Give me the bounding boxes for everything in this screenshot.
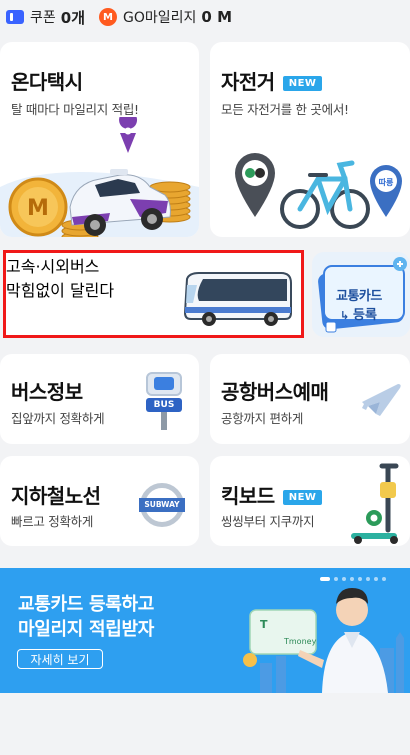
bus-info-title: 버스정보 (11, 380, 83, 404)
bus-info-card[interactable]: 버스정보 집앞까지 정확하게 BUS (0, 354, 199, 444)
tmoney-card-letter: T (260, 618, 268, 631)
tmoney-card-brand: Tmoney (283, 637, 317, 646)
screen: 쿠폰 0개 M GO마일리지 0 M 온다택시 탈 때마다 마일리지 적립! M… (0, 0, 410, 755)
airplane-icon (362, 384, 401, 416)
banner-illustration-icon: T Tmoney (243, 588, 404, 693)
taxi-illustration-icon: M (0, 117, 199, 237)
new-badge: NEW (282, 76, 323, 91)
bike-illustration-icon: 따릉 (235, 153, 402, 229)
airport-bus-subtitle: 공항까지 편하게 (221, 411, 304, 426)
subway-title: 지하철노선 (11, 484, 101, 508)
coupon-summary[interactable]: 쿠폰 0개 (6, 7, 85, 28)
kickboard-title: 킥보드 (221, 484, 275, 508)
mileage-label: GO마일리지 (123, 10, 197, 26)
kickboard-title-row: 킥보드 NEW (221, 480, 323, 509)
express-bus-card[interactable]: 고속·시외버스 막힘없이 달린다 (3, 250, 304, 338)
kickboard-illustration-icon (351, 463, 399, 544)
bus-illustration-icon (183, 272, 292, 326)
coupon-icon (6, 10, 24, 24)
svg-text:따릉: 따릉 (379, 177, 394, 187)
subway-card[interactable]: 지하철노선 빠르고 정확하게 SUBWAY (0, 456, 199, 546)
promo-line1: 교통카드 (336, 289, 382, 304)
promo-line2-row: ↳ 등록 (340, 308, 377, 323)
top-summary-bar: 쿠폰 0개 M GO마일리지 0 M (0, 0, 410, 34)
banner-line2: 마일리지 적립받자 (18, 619, 155, 640)
bike-title-row: 자전거 NEW (221, 66, 323, 95)
banner-detail-button[interactable]: 자세히 보기 (17, 649, 103, 669)
mileage-value: 0 M (201, 8, 232, 26)
bus-sign-label: BUS (146, 398, 182, 412)
mileage-summary[interactable]: M GO마일리지 0 M (99, 7, 232, 27)
coupon-label: 쿠폰 (30, 10, 56, 26)
bus-info-subtitle: 집앞까지 정확하게 (11, 411, 105, 426)
airport-bus-title: 공항버스예매 (221, 380, 329, 404)
transit-card-promo[interactable]: 교통카드 ↳ 등록 (312, 252, 410, 337)
taxi-card[interactable]: 온다택시 탈 때마다 마일리지 적립! M (0, 42, 199, 237)
kickboard-card[interactable]: 킥보드 NEW 씽씽부터 지쿠까지 (210, 456, 410, 546)
banner-line1: 교통카드 등록하고 (18, 594, 155, 615)
taxi-title: 온다택시 (11, 70, 83, 94)
promo-banner[interactable]: 교통카드 등록하고 마일리지 적립받자 자세히 보기 T Tmoney (0, 568, 410, 693)
subway-sign-icon: SUBWAY (139, 483, 185, 527)
subway-sign-label: SUBWAY (139, 498, 185, 512)
airport-bus-card[interactable]: 공항버스예매 공항까지 편하게 (210, 354, 410, 444)
promo-line2: 등록 (353, 308, 377, 323)
bus-stop-sign-icon: BUS (144, 372, 184, 430)
coupon-count: 0개 (60, 8, 86, 27)
kickboard-subtitle: 씽씽부터 지쿠까지 (221, 514, 315, 529)
svg-text:M: M (27, 196, 49, 221)
bike-subtitle: 모든 자전거를 한 곳에서! (221, 102, 349, 117)
bike-card[interactable]: 자전거 NEW 모든 자전거를 한 곳에서! 따릉 (210, 42, 410, 237)
mileage-icon: M (99, 8, 118, 26)
taxi-subtitle: 탈 때마다 마일리지 적립! (11, 102, 139, 117)
subway-subtitle: 빠르고 정확하게 (11, 514, 94, 529)
banner-title: 교통카드 등록하고 마일리지 적립받자 (18, 592, 154, 642)
new-badge: NEW (282, 490, 323, 505)
bike-title: 자전거 (221, 70, 275, 94)
